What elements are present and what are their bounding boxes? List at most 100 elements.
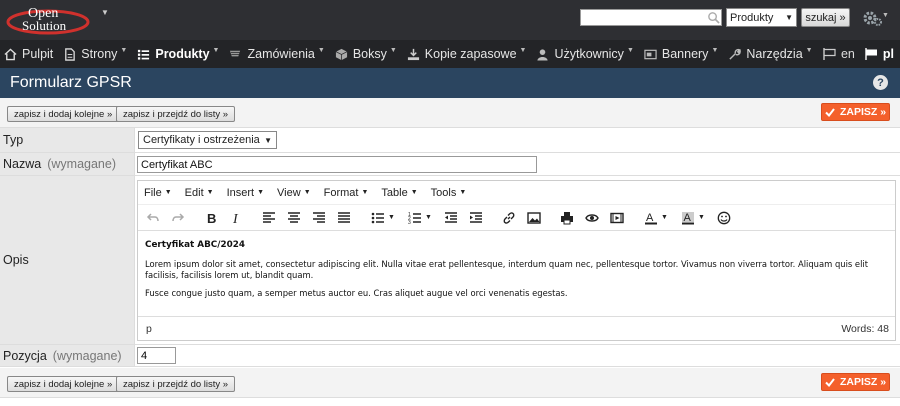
menu-tools[interactable]: Tools ▼ [431,187,467,199]
caret-down-icon: ▼ [389,46,397,54]
cart-icon [230,50,241,56]
nav-label: Użytkownicy [554,47,624,61]
element-path[interactable]: p [146,323,152,335]
align-justify-icon [338,211,350,223]
required-note: (wymagane) [47,157,116,171]
svg-text:B: B [207,211,216,225]
search-scope-select[interactable]: Produkty ▼ [726,8,797,27]
svg-text:3: 3 [408,220,411,225]
nav-item-zamowienia[interactable]: Zamówienia ▼ [225,40,330,68]
nav-item-pulpit[interactable]: Pulpit [0,40,59,68]
nav-item-narzedzia[interactable]: Narzędzia ▼ [724,40,818,68]
type-select[interactable]: Certyfikaty i ostrzeżenia ▼ [138,131,277,149]
bold-button[interactable]: B [200,207,222,229]
save-button[interactable]: ZAPISZ » [821,103,890,121]
nav-label: Produkty [155,47,210,61]
content-paragraph: Fusce congue justo quam, a semper metus … [145,288,568,299]
menu-insert[interactable]: Insert ▼ [227,187,264,199]
page-title: Formularz GPSR [10,74,132,91]
save-and-add-button[interactable]: zapisz i dodaj kolejne » [7,376,120,392]
menu-table[interactable]: Table ▼ [381,187,417,199]
logo[interactable]: Open Solution [2,2,102,38]
menu-edit[interactable]: Edit ▼ [185,187,214,199]
text-color-icon: A [645,212,658,224]
top-bar: Open Solution ▼ Produkty ▼ szukaj » ▼ [0,0,900,40]
bottom-actions: zapisz i dodaj kolejne » zapisz i przejd… [0,368,900,398]
image-button[interactable] [523,207,545,229]
text-color-button[interactable]: A ▼ [639,207,673,229]
align-justify-button[interactable] [333,207,355,229]
name-input[interactable] [137,156,537,173]
caret-down-icon: ▼ [711,46,719,54]
name-label: Nazwa (wymagane) [0,153,135,175]
menu-label: Format [323,186,359,199]
background-color-icon: A [682,211,695,224]
undo-button[interactable] [142,207,164,229]
nav-item-kopie-zapasowe[interactable]: Kopie zapasowe ▼ [403,40,533,68]
nav-label: Kopie zapasowe [424,47,517,61]
chevron-down-icon: ▼ [785,13,793,22]
search-button[interactable]: szukaj » [801,8,850,27]
link-button[interactable] [498,207,520,229]
emoticon-button[interactable] [713,207,735,229]
redo-button[interactable] [167,207,189,229]
search-icon[interactable] [707,11,720,24]
save-label: ZAPISZ » [839,106,887,118]
menu-format[interactable]: Format ▼ [324,187,369,199]
form-row-type: Typ Certyfikaty i ostrzeżenia ▼ [0,128,900,153]
content-heading: Certyfikat ABC/2024 [145,240,245,250]
align-center-button[interactable] [283,207,305,229]
align-left-button[interactable] [258,207,280,229]
media-button[interactable] [606,207,628,229]
caret-down-icon: ▼ [698,214,705,221]
save-button[interactable]: ZAPISZ » [821,373,890,391]
language-label: pl [882,47,894,61]
page-icon [65,47,76,61]
nav-label: Boksy [352,47,387,61]
search-input[interactable] [580,9,722,26]
help-icon[interactable]: ? [873,75,888,90]
save-and-add-button[interactable]: zapisz i dodaj kolejne » [7,106,120,122]
menu-label: File [144,186,162,199]
editor-content[interactable]: Certyfikat ABC/2024 Lorem ipsum dolor si… [138,231,895,316]
align-right-button[interactable] [308,207,330,229]
name-label-text: Nazwa [3,157,42,171]
nav-item-strony[interactable]: Strony ▼ [59,40,133,68]
link-icon [503,211,515,224]
description-value-cell: File ▼ Edit ▼ Insert ▼ View ▼ Format ▼ Table ▼… [136,176,900,344]
italic-icon: I [232,212,239,225]
caret-down-icon: ▼ [661,214,668,221]
nav-item-bannery[interactable]: Bannery ▼ [640,40,725,68]
save-and-list-button[interactable]: zapisz i przejdź do listy » [116,376,236,392]
outdent-button[interactable] [440,207,462,229]
language-pl[interactable]: pl [865,47,894,61]
caret-down-icon: ▼ [519,46,527,54]
box-icon [335,48,348,60]
nav-item-boksy[interactable]: Boksy ▼ [331,40,403,68]
caret-down-icon: ▼ [317,46,325,54]
numbered-list-button[interactable]: 1 2 3 ▼ [403,207,437,229]
language-en[interactable]: en [823,47,855,61]
menu-file[interactable]: File ▼ [144,187,172,199]
print-button[interactable] [556,207,578,229]
nav-item-produkty[interactable]: Produkty ▼ [133,40,225,68]
preview-button[interactable] [581,207,603,229]
required-note: (wymagane) [52,348,122,363]
nav-label: Pulpit [22,47,54,61]
bullet-list-icon [371,212,385,223]
top-actions: zapisz i dodaj kolejne » zapisz i przejd… [0,98,900,128]
nav-label: Bannery [661,47,709,61]
background-color-button[interactable]: A ▼ [676,207,710,229]
logo-caret-icon[interactable]: ▼ [101,8,109,17]
indent-button[interactable] [465,207,487,229]
position-input[interactable] [137,347,176,364]
undo-icon [146,212,159,221]
menu-view[interactable]: View ▼ [277,187,311,199]
outdent-icon [445,211,457,223]
italic-button[interactable]: I [225,207,247,229]
bullet-list-button[interactable]: ▼ [366,207,400,229]
nav-item-uzytkownicy[interactable]: Użytkownicy ▼ [532,40,639,68]
settings-menu[interactable]: ▼ [862,9,889,27]
emoticon-icon [717,211,731,224]
save-and-list-button[interactable]: zapisz i przejdź do listy » [116,106,236,122]
